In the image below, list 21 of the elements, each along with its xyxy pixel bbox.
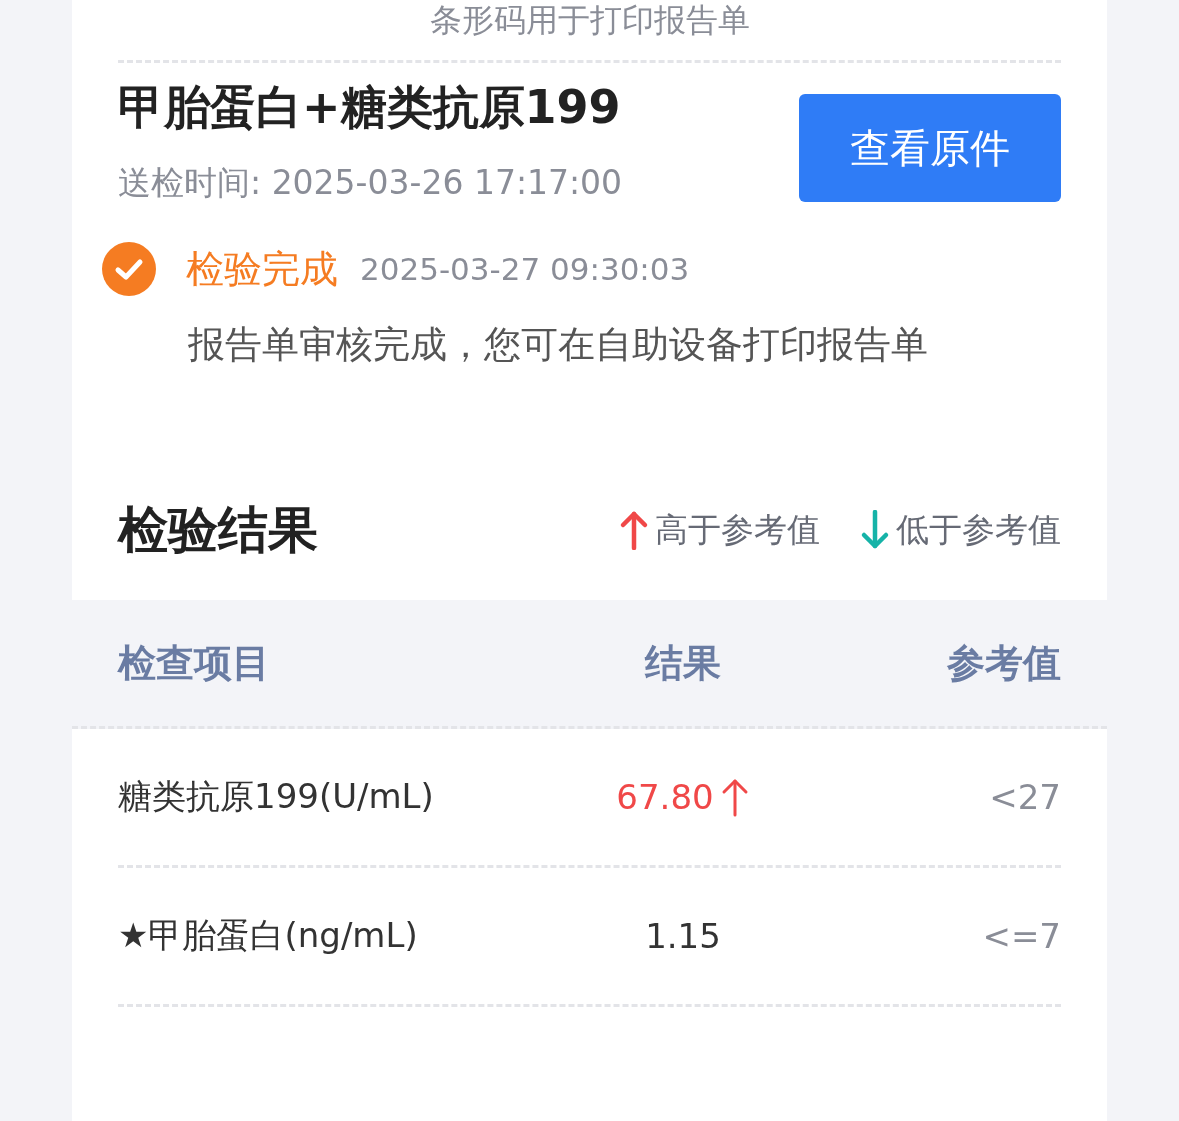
legend-label: 低于参考值 (896, 508, 1061, 551)
report-title: 甲胎蛋白+糖类抗原199 (118, 79, 622, 136)
table-cell: 67.80 (616, 777, 714, 817)
column-header: 参考值 (946, 639, 1061, 687)
legend-label: 高于参考值 (655, 508, 820, 551)
table-cell-text: <=7 (981, 916, 1061, 956)
column-header: 检查项目 (118, 639, 271, 687)
status-time: 2025-03-27 09:30:03 (360, 251, 690, 287)
view-original-button[interactable]: 查看原件 (799, 94, 1061, 202)
table-cell-text: <27 (988, 777, 1061, 817)
table-cell-text: 糖类抗原199(U/mL) (118, 775, 435, 818)
barcode-note: 条形码用于打印报告单 (428, 0, 751, 40)
column-header: 结果 (643, 639, 722, 687)
down-arrow-icon (860, 510, 890, 550)
up-arrow-icon (619, 510, 649, 550)
status-message: 报告单审核完成，您可在自助设备打印报告单 (188, 322, 929, 368)
table-cell: 1.15 (645, 916, 721, 956)
table-cell-text: ★甲胎蛋白(ng/mL) (118, 914, 419, 957)
sent-time: 送检时间: 2025-03-26 17:17:00 (118, 162, 623, 204)
status-label: 检验完成 (186, 245, 338, 293)
results-title: 检验结果 (118, 499, 318, 561)
